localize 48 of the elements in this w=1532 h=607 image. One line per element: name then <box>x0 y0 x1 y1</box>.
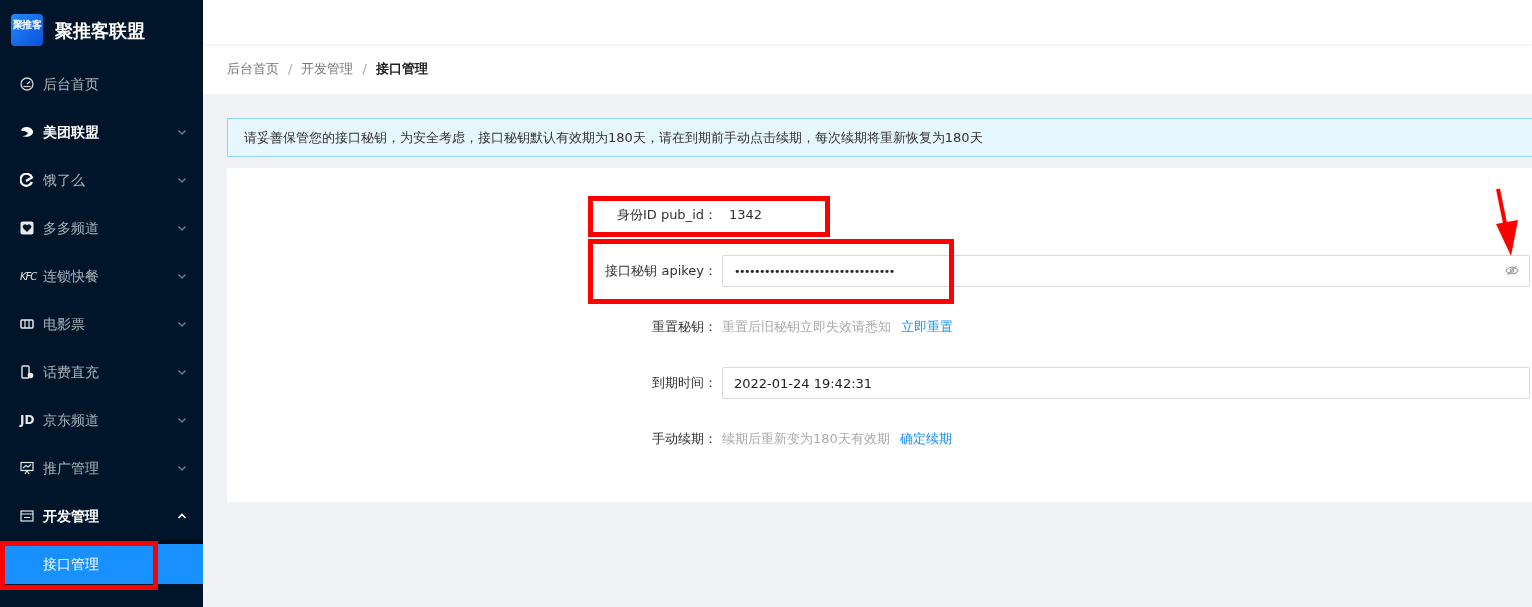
menu-label: 多多频道 <box>43 218 99 238</box>
hint-text: 续期后重新变为180天有效期 <box>722 430 890 449</box>
form-label: 手动续期： <box>651 430 717 449</box>
menu-label: 饿了么 <box>43 170 85 190</box>
field-value: 1342 <box>728 206 764 225</box>
form-label: 到期时间： <box>651 374 717 393</box>
form-label: 重置秘钥： <box>651 318 717 337</box>
menu-label: 推广管理 <box>43 458 99 478</box>
chart-board-icon <box>20 461 34 475</box>
menu-item[interactable]: 话费直充 <box>0 348 203 396</box>
menu-icon-text: JD <box>20 412 34 429</box>
swirl-icon <box>20 125 34 139</box>
eye-slash-icon[interactable] <box>1505 265 1519 276</box>
info-alert: 请妥善保管您的接口秘钥，为安全考虑，接口秘钥默认有效期为180天，请在到期前手动点击续期，每次续期将重新恢复为180天 <box>227 118 1532 157</box>
breadcrumb-item: 接口管理 <box>375 60 428 79</box>
e-letter-icon <box>20 173 34 187</box>
breadcrumb-separator: / <box>288 60 293 79</box>
code-window-icon <box>20 509 34 523</box>
menu-item[interactable]: 美团联盟 <box>0 108 203 156</box>
phone-icon <box>20 365 34 379</box>
menu-label: 连锁快餐 <box>43 266 99 286</box>
gauge-icon <box>20 77 34 91</box>
menu-item[interactable]: 电影票 <box>0 300 203 348</box>
menu-item[interactable]: 开发管理 <box>0 492 203 540</box>
menu-label: 电影票 <box>43 314 85 334</box>
form-label: 接口秘钥 apikey： <box>604 262 717 281</box>
breadcrumb-item[interactable]: 后台首页 <box>227 59 279 79</box>
input-field[interactable]: 2022-01-24 19:42:31 <box>722 367 1530 399</box>
breadcrumb-item[interactable]: 开发管理 <box>301 59 354 79</box>
logo-icon: 聚推客 <box>11 14 43 46</box>
brand-name: 聚推客联盟 <box>55 18 145 43</box>
hint-text: 重置后旧秘钥立即失效请悉知 <box>722 318 891 337</box>
menu-label: 美团联盟 <box>43 122 99 142</box>
menu-label: 开发管理 <box>43 506 99 526</box>
menu-label: 话费直充 <box>43 362 99 382</box>
menu-item[interactable]: 饿了么 <box>0 156 203 204</box>
form-label: 身份ID pub_id： <box>615 206 717 225</box>
menu-item[interactable]: KFC 连锁快餐 <box>0 252 203 300</box>
menu-item[interactable]: 推广管理 <box>0 444 203 492</box>
menu-item[interactable]: 后台首页 <box>0 60 203 108</box>
menu-item[interactable]: 多多频道 <box>0 204 203 252</box>
menu-label: 京东频道 <box>43 410 99 430</box>
menu-label: 后台首页 <box>43 74 99 94</box>
breadcrumb-separator: / <box>362 60 367 79</box>
ticket-icon <box>20 317 34 331</box>
apikey-field[interactable]: •••••••••••••••••••••••••••••••• <box>722 255 1530 287</box>
menu-item[interactable]: JD 京东频道 <box>0 396 203 444</box>
heart-badge-icon <box>20 221 34 235</box>
